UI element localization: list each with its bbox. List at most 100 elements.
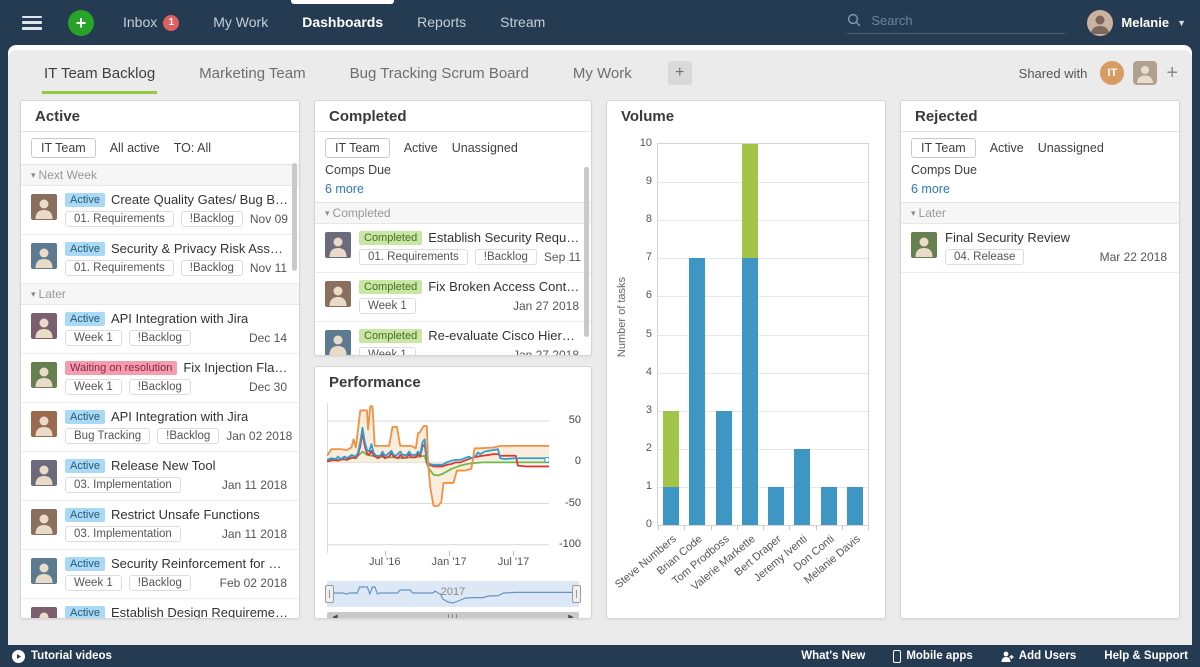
scroll-grip[interactable]: [448, 614, 458, 619]
filter-comps-due[interactable]: Comps Due: [325, 163, 391, 177]
filter-it-team[interactable]: IT Team: [911, 138, 976, 158]
nav-item-reports[interactable]: Reports: [400, 0, 483, 45]
list-item[interactable]: Waiting on resolutionFix Injection Flaw …: [21, 354, 299, 403]
range-handle-left[interactable]: [325, 585, 334, 603]
list-item[interactable]: ActiveRestrict Unsafe Functions03. Imple…: [21, 501, 299, 550]
list-item[interactable]: ActiveAPI Integration with JiraBug Track…: [21, 403, 299, 452]
share-add-icon[interactable]: +: [1166, 63, 1178, 83]
team-avatar[interactable]: IT: [1100, 61, 1124, 85]
group-header[interactable]: ▾Later: [901, 203, 1179, 224]
list-item[interactable]: ActiveEstablish Design Requirements02. D…: [21, 599, 299, 618]
dashboard-board: Active IT Team All active TO: All ▾Next Wee…: [8, 96, 1192, 645]
tag: !Backlog: [129, 379, 191, 395]
list-item[interactable]: CompletedEstablish Security Requirements…: [315, 224, 591, 273]
list-item[interactable]: ActiveRelease New Tool03. Implementation…: [21, 452, 299, 501]
search-input[interactable]: [869, 12, 1049, 29]
tutorial-videos-link[interactable]: Tutorial videos: [12, 650, 112, 663]
list-item[interactable]: ActiveSecurity & Privacy Risk Assessment…: [21, 235, 299, 284]
add-user-icon: [1001, 651, 1014, 662]
panel-active-body: IT TeamAll activeTO: All▾Next WeekActive…: [21, 132, 299, 618]
tab-marketing-team[interactable]: Marketing Team: [197, 53, 307, 94]
filter-active[interactable]: Active: [990, 141, 1024, 155]
list-item[interactable]: ActiveSecurity Reinforcement for Network…: [21, 550, 299, 599]
tutorial-videos-label: Tutorial videos: [31, 650, 112, 662]
filter-comps-due[interactable]: Comps Due: [911, 163, 977, 177]
tabs-list: IT Team Backlog Marketing Team Bug Trackin…: [22, 50, 654, 96]
avatar: [31, 243, 57, 269]
tag: Week 1: [359, 298, 416, 314]
x-tick: [868, 525, 869, 530]
filter-to-all[interactable]: TO: All: [174, 141, 211, 155]
performance-navigator[interactable]: 2017: [327, 581, 579, 607]
group-header[interactable]: ▾Next Week: [21, 165, 299, 186]
group-header[interactable]: ▾Completed: [315, 203, 591, 224]
more-filters-link[interactable]: 6 more: [325, 182, 581, 196]
filter-all-active[interactable]: All active: [110, 141, 160, 155]
item-title: Release New Tool: [111, 458, 216, 473]
footer-link-mobile-apps[interactable]: Mobile apps: [893, 650, 972, 663]
tab-it-team-backlog[interactable]: IT Team Backlog: [42, 53, 157, 94]
footer-link-help-support[interactable]: Help & Support: [1104, 650, 1188, 662]
list-item[interactable]: CompletedRe-evaluate Cisco Hierarchical …: [315, 322, 591, 355]
list-item[interactable]: Final Security Review04. ReleaseMar 22 2…: [901, 224, 1179, 273]
status-badge: Completed: [359, 329, 422, 343]
filter-unassigned[interactable]: Unassigned: [1038, 141, 1104, 155]
list-item[interactable]: ActiveCreate Quality Gates/ Bug Bars01. …: [21, 186, 299, 235]
scroll-right-arrow[interactable]: ▶: [564, 612, 578, 619]
add-dashboard-button[interactable]: +: [668, 61, 692, 85]
bottom-bar: Tutorial videos What's New Mobile apps Add…: [0, 645, 1200, 667]
avatar: [325, 330, 351, 355]
user-menu[interactable]: Melanie ▼: [1087, 10, 1186, 36]
more-filters-link[interactable]: 6 more: [911, 182, 1169, 196]
quick-add-button[interactable]: +: [68, 10, 94, 36]
panel-volume: Volume Number of tasks 012345678910Steve…: [606, 100, 886, 619]
tag: Bug Tracking: [65, 428, 150, 444]
tab-bug-tracking-scrum-board[interactable]: Bug Tracking Scrum Board: [348, 53, 531, 94]
nav-item-inbox[interactable]: Inbox1: [106, 0, 196, 45]
y-tick-label: 5: [628, 328, 652, 340]
x-tick: [684, 525, 685, 530]
avatar: [31, 558, 57, 584]
filter-unassigned[interactable]: Unassigned: [452, 141, 518, 155]
hamburger-menu-icon[interactable]: [22, 16, 42, 30]
group-header[interactable]: ▾Later: [21, 284, 299, 305]
nav-item-my-work[interactable]: My Work: [196, 0, 285, 45]
item-title: Fix Injection Flaw in loc...: [183, 360, 289, 375]
search-box[interactable]: [847, 12, 1065, 34]
nav-item-stream[interactable]: Stream: [483, 0, 562, 45]
vertical-scrollbar[interactable]: [292, 163, 297, 271]
list-item[interactable]: CompletedFix Broken Access Controls with…: [315, 273, 591, 322]
nav-items: Inbox1My WorkDashboardsReportsStream: [106, 0, 562, 45]
x-tick: [711, 525, 712, 530]
bar-segment: [794, 449, 810, 525]
performance-scrollbar[interactable]: ◀ ▶: [327, 612, 579, 619]
due-date: Jan 11 2018: [222, 527, 289, 541]
vertical-scrollbar[interactable]: [584, 167, 589, 337]
footer-link-add-users[interactable]: Add Users: [1001, 650, 1077, 662]
scroll-left-arrow[interactable]: ◀: [328, 612, 342, 619]
shared-with-label: Shared with: [1019, 66, 1088, 81]
filter-bar: IT Team Active Unassigned Comps Due 6 more: [315, 132, 591, 203]
due-date: Nov 11: [250, 261, 289, 275]
avatar: [911, 232, 937, 258]
due-date: Jan 02 2018: [226, 429, 294, 443]
dashboard-tabbar: IT Team Backlog Marketing Team Bug Trackin…: [8, 50, 1192, 96]
footer-link-what-s-new[interactable]: What's New: [801, 650, 865, 662]
list-item[interactable]: ActiveAPI Integration with JiraWeek 1!Ba…: [21, 305, 299, 354]
y-axis-label: 50: [553, 414, 581, 426]
item-title: Fix Broken Access Controls with...: [428, 279, 581, 294]
y-tick-label: 7: [628, 251, 652, 263]
x-axis-label: Jul '17: [498, 556, 529, 568]
tab-my-work[interactable]: My Work: [571, 53, 634, 94]
range-handle-right[interactable]: [572, 585, 581, 603]
shared-user-avatar[interactable]: [1133, 61, 1157, 85]
tag: !Backlog: [475, 249, 537, 265]
filter-it-team[interactable]: IT Team: [325, 138, 390, 158]
panel-rejected-body: IT Team Active Unassigned Comps Due 6 more ▾L…: [901, 132, 1179, 618]
nav-item-dashboards[interactable]: Dashboards: [285, 0, 400, 45]
y-tick-label: 2: [628, 442, 652, 454]
filter-active[interactable]: Active: [404, 141, 438, 155]
due-date: Mar 22 2018: [1100, 250, 1169, 264]
filter-it-team[interactable]: IT Team: [31, 138, 96, 158]
item-title: Restrict Unsafe Functions: [111, 507, 260, 522]
